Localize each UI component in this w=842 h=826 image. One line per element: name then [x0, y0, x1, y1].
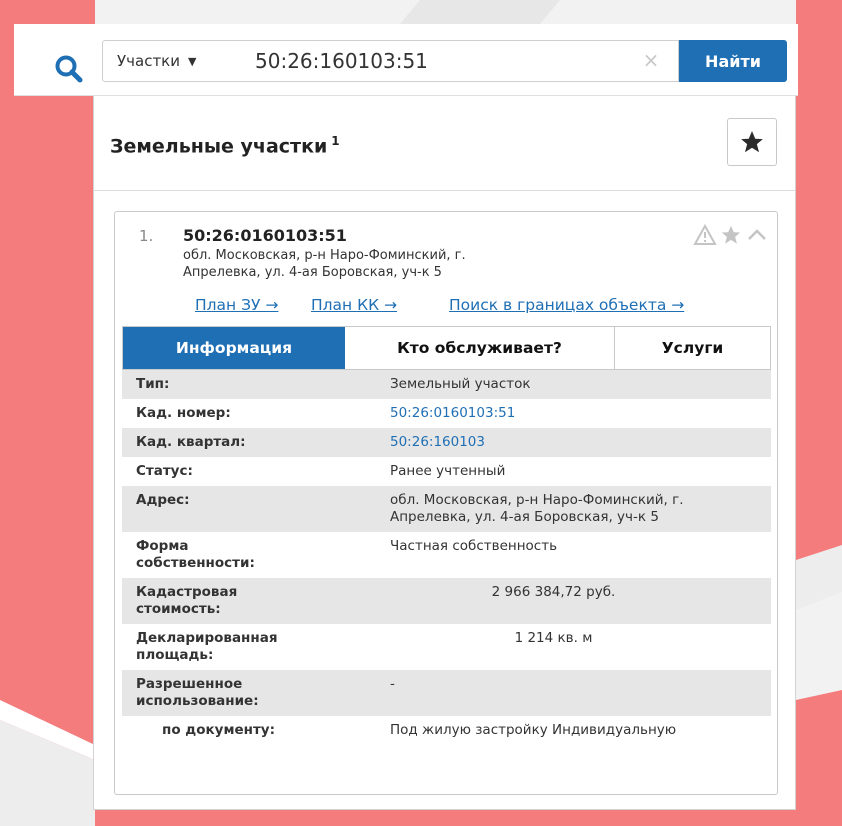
usage-value: -: [390, 676, 395, 692]
table-row: Форма собственности: Частная собственнос…: [122, 532, 771, 578]
search-input[interactable]: [233, 40, 679, 82]
warning-icon[interactable]: [693, 224, 717, 246]
cost-label-line: Кадастровая: [136, 584, 238, 600]
cost-label-line: стоимость:: [136, 601, 221, 617]
status-label: Статус:: [136, 463, 193, 479]
results-panel: Земельные участки 1 1. 50:26:0160103:51 о…: [93, 96, 796, 810]
area-label-line: Декларированная: [136, 630, 278, 646]
search-in-bounds-link[interactable]: Поиск в границах объекта →: [449, 296, 684, 314]
usage-label-line: использование:: [136, 693, 259, 709]
result-address-line: обл. Московская, р-н Наро-Фоминский, г.: [183, 248, 466, 263]
cad-quarter-link[interactable]: 50:26:160103: [376, 428, 771, 457]
area-label-line: площадь:: [136, 647, 214, 663]
table-row: по документу: Под жилую застройку Индиви…: [122, 716, 771, 745]
result-cad-number[interactable]: 50:26:0160103:51: [183, 226, 347, 245]
table-row: Декларированная площадь: 1 214 кв. м: [122, 624, 771, 670]
ownership-label: Форма собственности:: [122, 532, 376, 578]
address-label: Адрес:: [136, 492, 190, 508]
card-actions: [693, 224, 769, 246]
type-value: Земельный участок: [390, 376, 531, 392]
plan-zu-link[interactable]: План ЗУ →: [195, 296, 278, 314]
area-label: Декларированная площадь:: [122, 624, 376, 670]
panel-title-text: Земельные участки: [110, 135, 328, 158]
search-bar: Участки ▼ × Найти: [14, 24, 798, 96]
search-icon[interactable]: [54, 54, 84, 84]
status-value: Ранее учтенный: [390, 463, 506, 479]
result-tabs: Информация Кто обслуживает? Услуги: [122, 326, 771, 370]
chevron-down-icon: ▼: [188, 54, 197, 68]
result-address: обл. Московская, р-н Наро-Фоминский, г. …: [183, 247, 603, 281]
cad-number-link[interactable]: 50:26:0160103:51: [376, 399, 771, 428]
plan-kk-link[interactable]: План КК →: [311, 296, 397, 314]
ownership-label-line: Форма: [136, 538, 189, 554]
ownership-label-line: собственности:: [136, 555, 255, 571]
results-count: 1: [331, 134, 340, 148]
cad-quarter-label: Кад. квартал:: [136, 434, 246, 450]
type-label: Тип:: [136, 376, 170, 392]
panel-header: Земельные участки 1: [94, 96, 795, 191]
result-address-line: Апрелевка, ул. 4-ая Боровская, уч-к 5: [183, 265, 442, 280]
cad-number-label: Кад. номер:: [136, 405, 231, 421]
tab-service[interactable]: Кто обслуживает?: [345, 327, 615, 369]
table-row: Статус: Ранее учтенный: [122, 457, 771, 486]
ownership-value: Частная собственность: [390, 538, 558, 554]
address-value-line: обл. Московская, р-н Наро-Фоминский, г.: [390, 492, 684, 508]
cost-value: 2 966 384,72 руб.: [491, 584, 616, 600]
by-document-label: по документу:: [162, 722, 275, 738]
table-row: Разрешенное использование: -: [122, 670, 771, 716]
table-row: Тип: Земельный участок: [122, 370, 771, 399]
find-button[interactable]: Найти: [679, 40, 787, 82]
table-row: Адрес: обл. Московская, р-н Наро-Фоминск…: [122, 486, 771, 532]
cost-label: Кадастровая стоимость:: [122, 578, 376, 624]
result-index: 1.: [139, 227, 154, 245]
chevron-up-icon[interactable]: [745, 224, 769, 246]
tab-services[interactable]: Услуги: [615, 327, 770, 369]
page-title: Земельные участки 1: [110, 134, 340, 157]
info-table: Тип: Земельный участок Кад. номер: 50:26…: [122, 370, 771, 745]
star-icon[interactable]: [719, 224, 743, 246]
table-row: Кад. номер: 50:26:0160103:51: [122, 399, 771, 428]
usage-label-line: Разрешенное: [136, 676, 243, 692]
by-document-value: Под жилую застройку Индивидуальную: [390, 722, 677, 738]
address-value: обл. Московская, р-н Наро-Фоминский, г. …: [376, 486, 771, 532]
area-value: 1 214 кв. м: [514, 630, 593, 646]
usage-label: Разрешенное использование:: [122, 670, 376, 716]
result-card: 1. 50:26:0160103:51 обл. Московская, р-н…: [114, 211, 778, 795]
clear-search-button[interactable]: ×: [640, 46, 662, 74]
table-row: Кадастровая стоимость: 2 966 384,72 руб.: [122, 578, 771, 624]
table-row: Кад. квартал: 50:26:160103: [122, 428, 771, 457]
address-value-line: Апрелевка, ул. 4-ая Боровская, уч-к 5: [390, 509, 659, 525]
star-icon: [741, 131, 763, 153]
tab-info[interactable]: Информация: [123, 327, 345, 369]
favorites-button[interactable]: [727, 118, 777, 166]
object-type-label: Участки: [117, 52, 180, 70]
object-type-select[interactable]: Участки ▼: [102, 40, 234, 82]
